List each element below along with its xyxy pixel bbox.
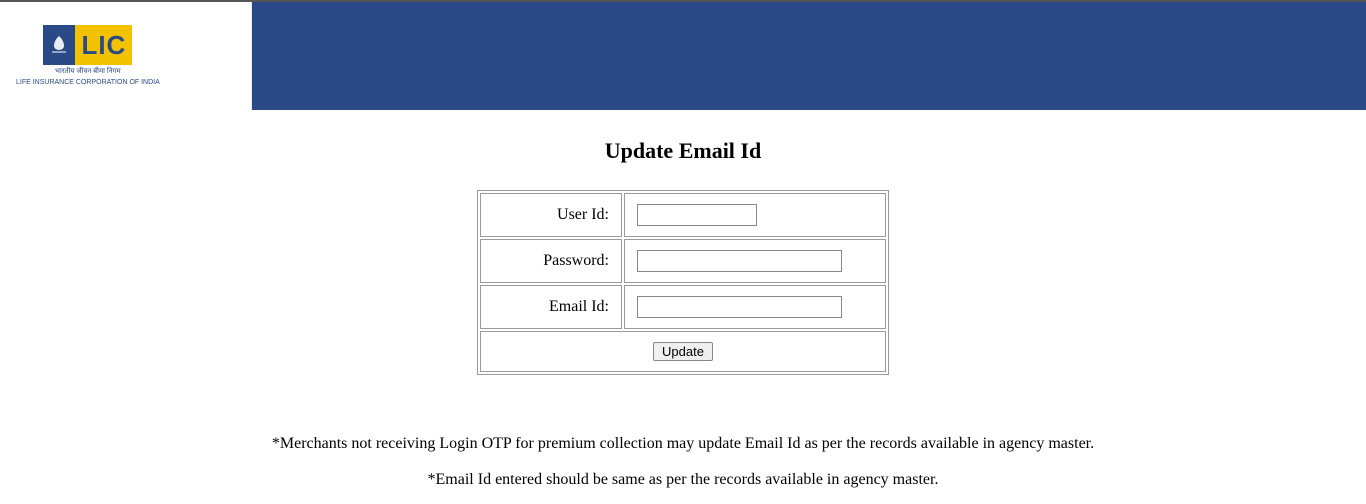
email-label: Email Id:	[480, 285, 622, 329]
notes-section: *Merchants not receiving Login OTP for p…	[0, 435, 1366, 489]
note-line-1: *Merchants not receiving Login OTP for p…	[0, 435, 1366, 453]
header-banner	[252, 2, 1366, 110]
logo-subtitle-hindi: भारतीय जीवन बीमा निगम	[55, 68, 121, 76]
password-input[interactable]	[637, 250, 842, 272]
logo-emblem-icon	[43, 25, 75, 65]
form-table: User Id: Password: Email Id: Update	[477, 190, 889, 375]
lic-logo: LIC भारतीय जीवन बीमा निगम LIFE INSURANCE…	[16, 25, 160, 86]
logo-subtitle-english: LIFE INSURANCE CORPORATION OF INDIA	[16, 79, 160, 87]
note-line-2: *Email Id entered should be same as per …	[0, 471, 1366, 489]
update-button[interactable]: Update	[653, 342, 713, 361]
user-id-label: User Id:	[480, 193, 622, 237]
user-id-input[interactable]	[637, 204, 757, 226]
main-content: Update Email Id User Id: Password: Email…	[0, 110, 1366, 489]
email-input[interactable]	[637, 296, 842, 318]
form-wrapper: User Id: Password: Email Id: Update	[0, 190, 1366, 375]
password-label: Password:	[480, 239, 622, 283]
logo-brand-text: LIC	[75, 25, 132, 65]
page-title: Update Email Id	[0, 138, 1366, 164]
header: LIC भारतीय जीवन बीमा निगम LIFE INSURANCE…	[0, 2, 1366, 110]
logo-container: LIC भारतीय जीवन बीमा निगम LIFE INSURANCE…	[0, 2, 252, 110]
